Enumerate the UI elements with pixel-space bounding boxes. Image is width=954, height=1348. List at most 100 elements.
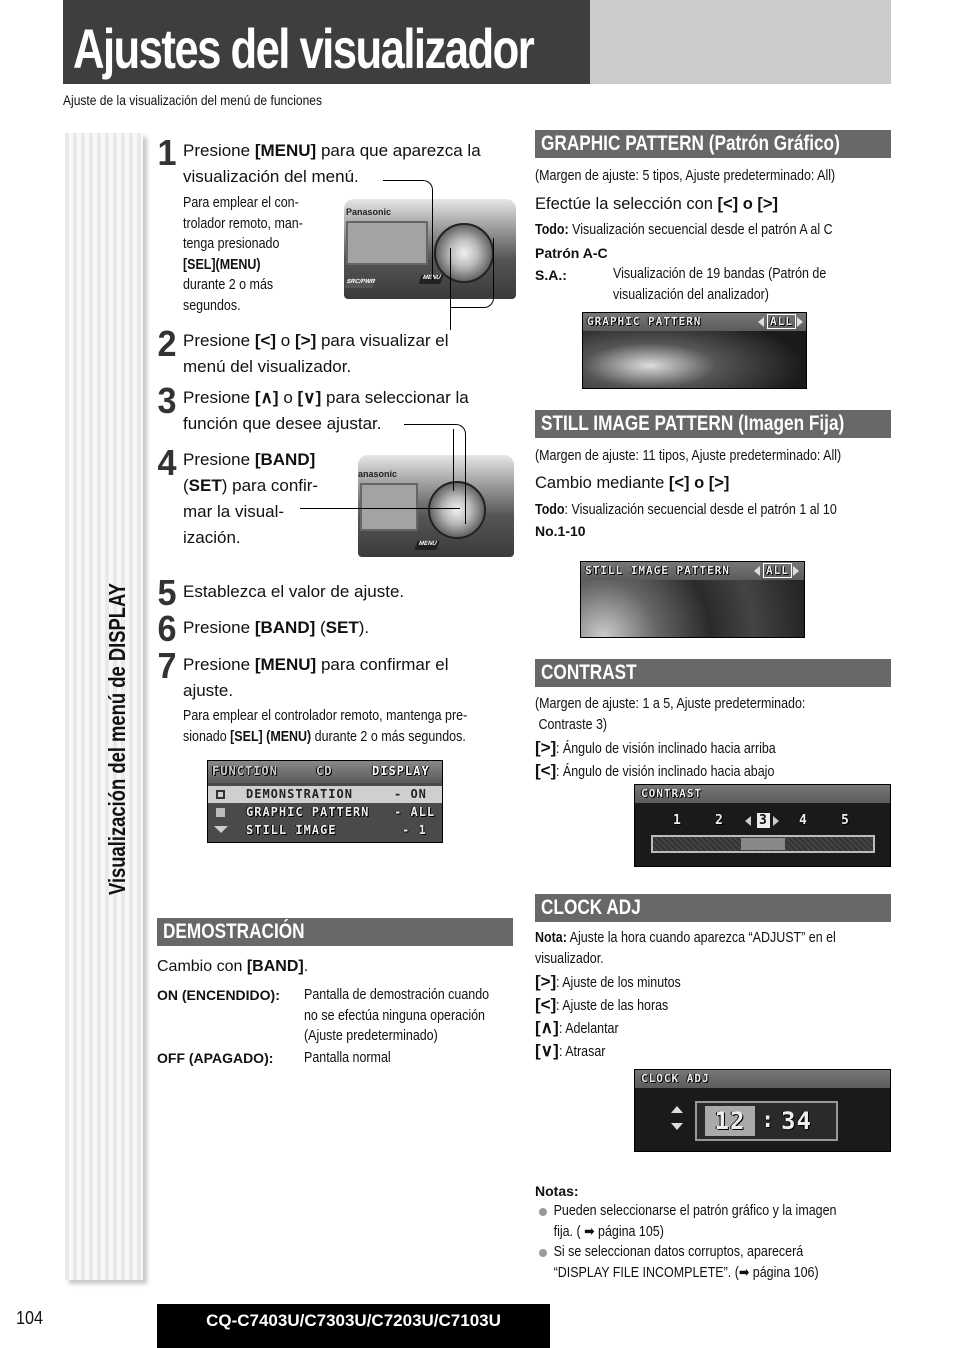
screen-title: CLOCK ADJ (641, 1072, 710, 1085)
note-line: “DISPLAY FILE INCOMPLETE”. (➡ página 106… (553, 1264, 819, 1281)
still-no-label: No.1-10 (535, 523, 586, 539)
contrast-level-selected: 3 (757, 813, 770, 828)
text: (Margen de ajuste: 1 a 5, Ajuste predete… (535, 696, 806, 712)
leader-line (404, 424, 466, 524)
text: ). (358, 618, 370, 637)
note-item: Pueden seleccionarse el patrón gráfico y… (539, 1201, 885, 1242)
step-2-text: Presione [<] o [>] para visualizar el me… (183, 328, 449, 380)
page-number: 104 (16, 1308, 44, 1328)
row-marker-icon (216, 808, 225, 817)
step-number: 1 (157, 132, 177, 173)
clock-screen: CLOCK ADJ 12 : 34 (634, 1069, 891, 1152)
clock-minutes: 34 (781, 1107, 812, 1135)
note-item: Si se seleccionan datos corruptos, apare… (539, 1242, 864, 1283)
step-number: 6 (157, 608, 177, 649)
text: Visualización secuencial desde el patrón… (568, 222, 833, 238)
row-marker-icon (216, 790, 225, 799)
graphic-select: Efectúe la selección con [<] o [>] (535, 195, 778, 214)
tab-display: DISPLAY (372, 764, 430, 778)
contrast-left: [<]: Ángulo de visión inclinado hacia ab… (535, 761, 810, 783)
key-up: [∧] (535, 1018, 559, 1037)
step-7-note: Para emplear el controlador remoto, mant… (183, 706, 467, 747)
step-number: 5 (157, 572, 177, 613)
still-change: Cambio mediante [<] o [>] (535, 474, 729, 493)
step-4-text: Presione [BAND] (SET) para confir- mar l… (183, 447, 318, 551)
text: durante 2 o más segundos. (311, 728, 466, 745)
arrow-left-icon (754, 566, 760, 576)
note-line: durante 2 o más (183, 277, 274, 293)
note-line: Si se seleccionan datos corruptos, apare… (553, 1244, 804, 1260)
section-title: CONTRAST (541, 661, 637, 684)
menu-row-label: GRAPHIC PATTERN (246, 805, 370, 819)
note-line: trolador remoto, man- (183, 215, 303, 232)
contrast-level: 5 (841, 813, 850, 828)
section-header-demo: DEMOSTRACIÓN (157, 918, 513, 946)
step-number: 3 (157, 380, 177, 421)
text: Efectúe la selección con (535, 195, 718, 213)
screen-value: ALL (767, 314, 796, 329)
menu-row-value: - ON (394, 787, 427, 801)
label: Nota: (535, 930, 567, 946)
graphic-sa-label: S.A.: (535, 267, 567, 283)
text: para seleccionar la (321, 388, 469, 407)
arrow-up-icon (671, 1106, 683, 1113)
demo-off-label: OFF (APAGADO): (157, 1050, 274, 1066)
desc-line: (Ajuste predeterminado) (304, 1028, 438, 1044)
text: . (303, 958, 309, 975)
section-title: DEMOSTRACIÓN (163, 920, 305, 943)
note-line: Para emplear el con- (183, 195, 299, 211)
arrow-down-icon (671, 1123, 683, 1130)
text: : Ajuste de las horas (556, 998, 669, 1014)
menu-row-value: - ALL (394, 805, 436, 819)
key-band: [BAND] (254, 618, 316, 637)
text: ( (315, 618, 326, 637)
text: para que aparezca la (316, 141, 481, 160)
text: : Visualización secuencial desde el patr… (564, 502, 837, 518)
key-right: [>] (535, 972, 557, 991)
label: Todo (535, 502, 565, 518)
text: Presione (183, 388, 255, 407)
clock-colon: : (761, 1108, 776, 1133)
still-image-screen: STILL IMAGE PATTERN ALL (580, 561, 805, 638)
step-1-note: Para emplear el con- trolador remoto, ma… (183, 193, 303, 316)
text: ) para confir- (221, 476, 319, 495)
leader-line (450, 238, 494, 308)
step-5-text: Establezca el valor de ajuste. (183, 582, 405, 601)
section-header-clock: CLOCK ADJ (535, 894, 891, 922)
text: visualizador. (535, 950, 604, 967)
text: Presione (183, 655, 255, 674)
graphic-todo: Todo: Visualización secuencial desde el … (535, 220, 833, 241)
arrow-right-icon (793, 566, 799, 576)
contrast-bar-fill (741, 838, 785, 850)
text: Contraste 3) (538, 716, 608, 733)
note-line: segundos. (183, 297, 241, 314)
section-header-still: STILL IMAGE PATTERN (Imagen Fija) (535, 410, 891, 438)
label: Todo: (535, 222, 569, 238)
clock-key-row: [<]: Ajuste de las horas (535, 995, 687, 1017)
key-menu: [MENU] (254, 141, 317, 160)
text: o (278, 388, 298, 407)
key-left-right: [<] o [>] (668, 474, 730, 492)
key-band: [BAND] (246, 958, 304, 975)
text: visualización del menú. (183, 167, 359, 186)
page-title: Ajustes del visualizador (73, 17, 535, 80)
contrast-range: (Margen de ajuste: 1 a 5, Ajuste predete… (535, 694, 805, 735)
key-down: [∨] (297, 388, 322, 407)
clock-key-row: [∨]: Atrasar (535, 1041, 613, 1063)
text: ización. (183, 528, 241, 547)
graphic-pattern-screen: GRAPHIC PATTERN ALL (582, 312, 807, 389)
key-right: [>] (535, 738, 557, 757)
text: para confirmar el (316, 655, 449, 674)
text: Ajuste la hora cuando aparezca “ADJUST” … (566, 930, 836, 946)
demo-on-label: ON (ENCENDIDO): (157, 987, 280, 1003)
key-set: SET (325, 618, 359, 637)
contrast-right: [>]: Ángulo de visión inclinado hacia ar… (535, 738, 812, 760)
tab-function: FUNCTION (212, 764, 278, 778)
key-sel-menu: [SEL] (MENU) (230, 728, 312, 745)
text: para visualizar el (316, 331, 449, 350)
clock-hours: 12 (705, 1106, 755, 1136)
menu-button: MENU (414, 541, 440, 550)
note-line: tenga presionado (183, 236, 280, 252)
key-right: [>] (294, 331, 317, 350)
graphic-pattern-label: Patrón A-C (535, 245, 608, 261)
